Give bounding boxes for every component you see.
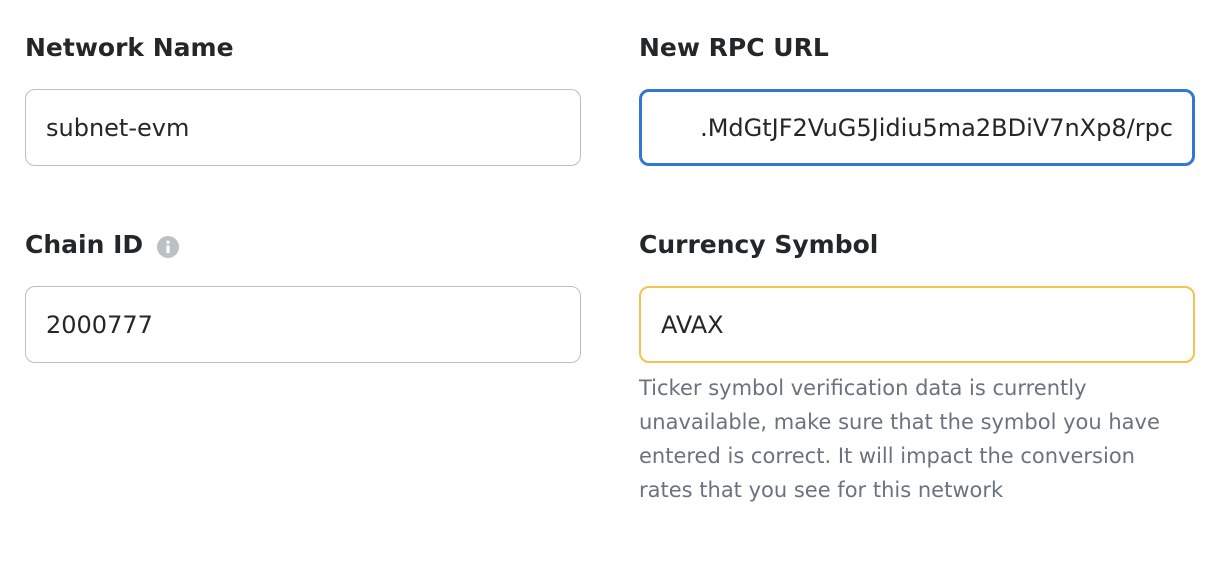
chain-id-input[interactable] <box>25 286 581 363</box>
network-name-label-text: Network Name <box>25 33 234 62</box>
rpc-url-input[interactable] <box>639 89 1195 166</box>
currency-symbol-input[interactable] <box>639 286 1195 363</box>
rpc-url-label: New RPC URL <box>639 32 829 64</box>
info-icon[interactable] <box>157 234 180 258</box>
currency-symbol-warning-text: Ticker symbol verification data is curre… <box>639 376 1160 502</box>
rpc-url-label-text: New RPC URL <box>639 33 829 62</box>
network-name-label: Network Name <box>25 32 234 64</box>
currency-symbol-label: Currency Symbol <box>639 229 878 261</box>
network-name-input[interactable] <box>25 89 581 166</box>
currency-symbol-label-text: Currency Symbol <box>639 230 879 259</box>
chain-id-label-text: Chain ID <box>25 230 144 259</box>
chain-id-label: Chain ID <box>25 229 180 261</box>
